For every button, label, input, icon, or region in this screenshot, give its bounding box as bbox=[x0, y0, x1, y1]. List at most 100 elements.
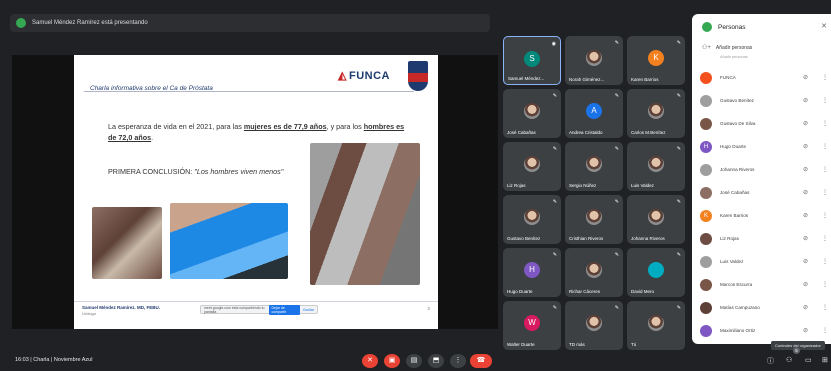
more-options-icon[interactable]: ⋮ bbox=[822, 74, 828, 81]
person-avatar bbox=[700, 324, 712, 337]
mic-muted-icon[interactable]: ⊘ bbox=[803, 212, 808, 219]
hide-share-bar-button[interactable]: Ocultar bbox=[303, 308, 314, 312]
person-avatar bbox=[700, 71, 712, 84]
participant-tile[interactable]: S ◉ Samuel Méndez... bbox=[503, 36, 561, 85]
mic-muted-icon[interactable]: ⊘ bbox=[803, 258, 808, 265]
more-options-icon[interactable]: ⋮ bbox=[822, 212, 828, 219]
present-button[interactable]: ⬒ bbox=[428, 354, 444, 368]
participant-tile[interactable]: ✎ Richar Cáceres bbox=[565, 248, 623, 297]
people-panel-hint: Añadir personas bbox=[720, 55, 748, 59]
mic-muted-icon[interactable]: ⊘ bbox=[803, 97, 808, 104]
people-list-item[interactable]: Gustavo De Silva ⊘ ⋮ bbox=[700, 112, 828, 135]
mic-muted-icon: ✎ bbox=[614, 40, 619, 46]
participant-tile[interactable]: ✎ Cristhian Riveros bbox=[565, 195, 623, 244]
person-name: Matías Campuzano bbox=[720, 305, 760, 310]
person-name: José Cabañas bbox=[720, 190, 750, 195]
participant-tile[interactable]: W ✎ Walter Duarte bbox=[503, 301, 561, 350]
mic-muted-icon[interactable]: ⊘ bbox=[803, 120, 808, 127]
people-list-item[interactable]: Liz Rojas ⊘ ⋮ bbox=[700, 227, 828, 250]
participant-tile[interactable]: ✎ Johanna Riveros bbox=[627, 195, 685, 244]
more-options-icon[interactable]: ⋮ bbox=[450, 354, 466, 368]
add-people-label: Añadir personas bbox=[715, 44, 753, 51]
mic-off-button[interactable]: ✕ bbox=[362, 354, 378, 368]
people-icon[interactable]: ⚇ bbox=[786, 356, 792, 364]
participant-avatar bbox=[586, 50, 602, 66]
more-options-icon[interactable]: ⋮ bbox=[822, 120, 828, 127]
mic-muted-icon[interactable]: ⊘ bbox=[803, 235, 808, 242]
more-options-icon[interactable]: ⋮ bbox=[822, 166, 828, 173]
mic-muted-icon: ✎ bbox=[676, 146, 681, 152]
participant-name: Liz Rojas bbox=[507, 183, 526, 188]
participant-tile[interactable]: ✎ Luis Valdez bbox=[627, 142, 685, 191]
more-options-icon[interactable]: ⋮ bbox=[822, 97, 828, 104]
people-list-item[interactable]: José Cabañas ⊘ ⋮ bbox=[700, 181, 828, 204]
more-options-icon[interactable]: ⋮ bbox=[822, 281, 828, 288]
more-options-icon[interactable]: ⋮ bbox=[822, 258, 828, 265]
person-avatar bbox=[700, 301, 712, 314]
mic-muted-icon[interactable]: ⊘ bbox=[803, 166, 808, 173]
person-name: Gustavo De Silva bbox=[720, 121, 756, 126]
mic-muted-icon[interactable]: ⊘ bbox=[803, 327, 808, 334]
participant-name: Johanna Riveros bbox=[631, 236, 665, 241]
shield-check-icon bbox=[702, 22, 712, 32]
participant-tile[interactable]: ✎ Liz Rojas bbox=[503, 142, 561, 191]
participant-tile[interactable]: ✎ Tú bbox=[627, 301, 685, 350]
people-list-item[interactable]: Luis Valdez ⊘ ⋮ bbox=[700, 250, 828, 273]
participant-tile[interactable]: ✎ Carlos M.Benítez bbox=[627, 89, 685, 138]
participant-tile[interactable]: ✎ José Cabañas bbox=[503, 89, 561, 138]
person-avatar bbox=[700, 255, 712, 268]
people-list-item[interactable]: H Hugo Duarte ⊘ ⋮ bbox=[700, 135, 828, 158]
people-list-item[interactable]: Matías Campuzano ⊘ ⋮ bbox=[700, 296, 828, 319]
people-list-item[interactable]: Marcos Escurra ⊘ ⋮ bbox=[700, 273, 828, 296]
logo-text: FUNCA bbox=[348, 70, 390, 82]
more-options-icon[interactable]: ⋮ bbox=[822, 304, 828, 311]
participant-tile[interactable]: K ✎ Karen Barrios bbox=[627, 36, 685, 85]
participant-tile[interactable]: ✎ Sergio Núñez bbox=[565, 142, 623, 191]
person-avatar bbox=[700, 278, 712, 291]
participant-tile[interactable]: ✎ Gustavo Benítez bbox=[503, 195, 561, 244]
people-list-item[interactable]: Johanna Riveros ⊘ ⋮ bbox=[700, 158, 828, 181]
people-panel-header: Personas bbox=[702, 22, 745, 32]
activities-icon[interactable]: ⊞ bbox=[822, 356, 828, 364]
mic-muted-icon[interactable]: ⊘ bbox=[803, 189, 808, 196]
person-name: Liz Rojas bbox=[720, 236, 739, 241]
more-options-icon[interactable]: ⋮ bbox=[822, 143, 828, 150]
footer-name: Samuel Méndez Ramírez. MD, FEBU. bbox=[82, 305, 161, 310]
more-options-icon[interactable]: ⋮ bbox=[822, 327, 828, 334]
mic-muted-icon[interactable]: ⊘ bbox=[803, 74, 808, 81]
camera-off-button[interactable]: ▣ bbox=[384, 354, 400, 368]
participant-tile[interactable]: ✎ TD más bbox=[565, 301, 623, 350]
add-people-button[interactable]: ⚇+ Añadir personas bbox=[702, 44, 753, 52]
hang-up-button[interactable]: ☎ bbox=[470, 354, 492, 368]
participant-tile[interactable]: H ✎ Hugo Duarte bbox=[503, 248, 561, 297]
captions-button[interactable]: ▤ bbox=[406, 354, 422, 368]
person-avatar bbox=[700, 117, 712, 130]
conclusion-quote: "Los hombres viven menos" bbox=[194, 167, 284, 176]
people-list-item[interactable]: Gustavo Benítez ⊘ ⋮ bbox=[700, 89, 828, 112]
participant-name: Carlos M.Benítez bbox=[631, 130, 666, 135]
more-options-icon[interactable]: ⋮ bbox=[822, 235, 828, 242]
close-icon[interactable]: ✕ bbox=[821, 22, 827, 30]
speaking-indicator-icon: ◉ bbox=[551, 41, 556, 47]
mic-muted-icon[interactable]: ⊘ bbox=[803, 304, 808, 311]
people-list-item[interactable]: FUNCA ⊘ ⋮ bbox=[700, 66, 828, 89]
participant-name: David Mero bbox=[631, 289, 655, 294]
more-options-icon[interactable]: ⋮ bbox=[822, 189, 828, 196]
participant-tile[interactable]: A ✎ Andrea Cristaldo bbox=[565, 89, 623, 138]
chat-icon[interactable]: ▭ bbox=[805, 356, 812, 364]
slide-paragraph-life-expectancy: La esperanza de vida en el 2021, para la… bbox=[108, 121, 408, 143]
mic-muted-icon[interactable]: ⊘ bbox=[803, 143, 808, 150]
stop-sharing-button[interactable]: Dejar de compartir bbox=[268, 304, 300, 315]
people-list-item[interactable]: K Karen Barrios ⊘ ⋮ bbox=[700, 204, 828, 227]
slide-conclusion: PRIMERA CONCLUSIÓN: "Los hombres viven m… bbox=[108, 167, 283, 176]
participant-tile[interactable]: ✎ David Mero bbox=[627, 248, 685, 297]
participant-name: José Cabañas bbox=[507, 130, 536, 135]
participant-name: Richar Cáceres bbox=[569, 289, 601, 294]
person-avatar bbox=[700, 163, 712, 176]
participant-tile[interactable]: ✎ Norah Giménez... bbox=[565, 36, 623, 85]
person-name: Maximiliano Ortiz bbox=[720, 328, 756, 333]
info-icon[interactable]: ⓘ bbox=[767, 356, 774, 366]
person-name: Luis Valdez bbox=[720, 259, 744, 264]
mic-muted-icon[interactable]: ⊘ bbox=[803, 281, 808, 288]
people-list-item[interactable]: Maximiliano Ortiz ⊘ ⋮ bbox=[700, 319, 828, 342]
